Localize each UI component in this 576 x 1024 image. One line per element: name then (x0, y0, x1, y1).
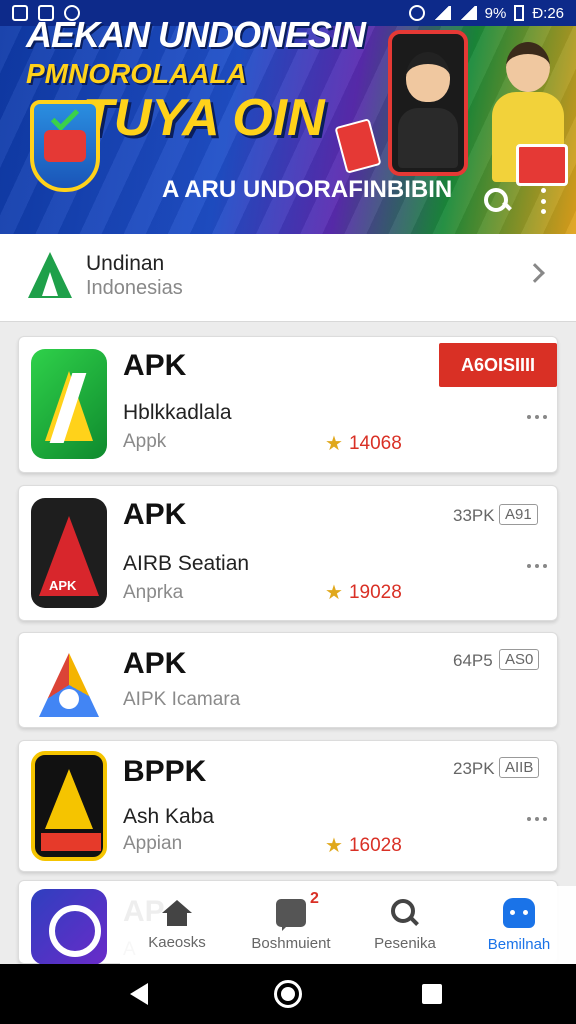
app-size: 33PK (453, 506, 495, 525)
notification-badge: 2 (310, 890, 319, 907)
app-developer: AIRB Seatian (123, 552, 250, 575)
category-logo-icon (28, 252, 72, 300)
app-list-item[interactable]: APK Hblkkadlala Appk ★ 14068 A6OISIIII (18, 336, 558, 473)
signal-icon (458, 6, 477, 20)
banner-subline: PMNOROLAALA (26, 58, 247, 89)
app-icon (31, 349, 107, 459)
app-icon (31, 639, 107, 723)
app-list-item[interactable]: APK AIRB Seatian Anprka ★ 19028 33PK A91 (18, 485, 558, 621)
nav-label: Pesenika (374, 934, 436, 952)
recents-icon[interactable] (422, 984, 442, 1004)
nav-item-messages[interactable]: 2 Boshmuient (234, 886, 348, 964)
category-title: Undinan (86, 252, 165, 275)
nav-item-search[interactable]: Pesenika (348, 886, 462, 964)
home-icon (162, 899, 192, 926)
back-icon[interactable] (130, 983, 148, 1005)
more-options-icon[interactable] (527, 564, 547, 570)
battery-percent: 9% (484, 4, 507, 22)
star-icon: ★ (325, 582, 343, 604)
search-icon[interactable] (482, 186, 512, 216)
star-icon: ★ (325, 433, 343, 455)
category-subtitle: Indonesias (86, 277, 183, 299)
star-icon: ★ (325, 835, 343, 857)
app-name: APK (123, 498, 187, 531)
app-icon (31, 889, 107, 965)
app-badge: AIIB (499, 757, 540, 778)
nav-label: Bemilnah (487, 935, 551, 953)
app-rating: ★ 14068 (325, 431, 402, 456)
nav-item-home[interactable]: Kaeosks (120, 886, 234, 964)
app-list-item[interactable]: APK AIPK Icamara 64P5 AS0 (18, 632, 558, 728)
app-developer: Ash Kaba (123, 805, 215, 828)
more-options-icon[interactable] (527, 817, 547, 823)
app-rating: ★ 19028 (325, 580, 402, 605)
app-size: 64P5 (453, 651, 493, 670)
battery-icon (514, 5, 525, 21)
home-button-icon[interactable] (274, 980, 302, 1008)
app-icon (31, 751, 107, 861)
bottom-navigation: Kaeosks 2 Boshmuient Pesenika Bemilnah (120, 886, 576, 964)
app-size: 23PK (453, 759, 495, 778)
system-navigation-bar (0, 964, 576, 1024)
overflow-menu-icon[interactable] (536, 188, 550, 214)
location-icon (408, 5, 425, 21)
app-icon (31, 498, 107, 608)
robot-icon (503, 897, 535, 928)
wifi-icon (432, 6, 451, 20)
more-options-icon[interactable] (527, 415, 547, 421)
app-name: BPPK (123, 755, 207, 788)
app-name: APK (123, 349, 187, 382)
banner-promo: TUYA OIN (82, 89, 325, 147)
app-badge: AS0 (499, 649, 540, 670)
rating-value: 16028 (348, 834, 402, 856)
app-rating: ★ 16028 (325, 833, 402, 858)
app-name: APK (123, 647, 187, 680)
nav-label: Boshmuient (251, 934, 331, 952)
app-list-item[interactable]: BPPK Ash Kaba Appian ★ 16028 23PK AIIB (18, 740, 558, 872)
app-category: Appk (123, 431, 167, 452)
nav-label: Kaeosks (148, 933, 206, 951)
chat-icon (276, 898, 306, 931)
app-developer: Hblkkadlala (123, 401, 232, 424)
rating-value: 19028 (348, 581, 402, 603)
phone-illustration (388, 30, 468, 176)
install-button[interactable]: A6OISIIII (439, 343, 557, 387)
app-badge: A91 (499, 504, 538, 525)
banner-headline: AEKAN UNDONESIN (26, 14, 366, 55)
app-category: Anprka (123, 582, 184, 603)
search-icon (391, 898, 419, 927)
clock: Ð:26 (532, 4, 564, 22)
shopping-bag-shield-icon (30, 100, 100, 192)
rating-value: 14068 (348, 432, 402, 454)
gift-box-illustration (516, 144, 568, 186)
app-category: Appian (123, 833, 183, 854)
app-category: AIPK Icamara (123, 689, 241, 710)
nav-item-profile[interactable]: Bemilnah (462, 886, 576, 964)
app-title: A ARU UNDORAFINBIBIN (162, 176, 453, 203)
